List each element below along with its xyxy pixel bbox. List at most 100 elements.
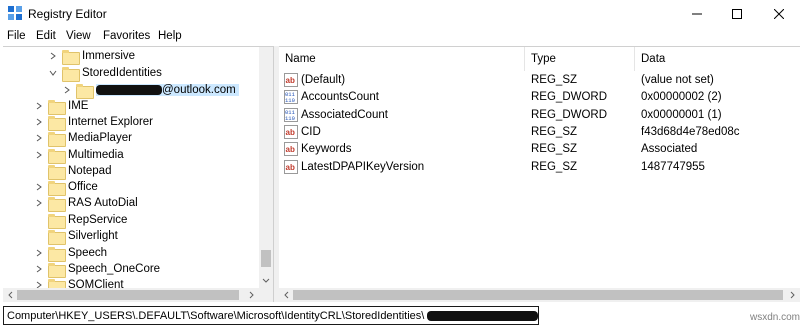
value-data: (value not set) — [641, 74, 714, 86]
folder-icon — [62, 66, 80, 82]
tree-item-label: IME — [68, 100, 89, 112]
scroll-left-arrow-icon[interactable] — [3, 288, 17, 302]
value-row[interactable]: 011 110 AccountsCount REG_DWORD 0x00000002 (… — [279, 89, 800, 106]
tree-item-office[interactable]: Office — [33, 179, 98, 196]
chevron-right-icon[interactable] — [33, 195, 45, 211]
svg-text:110: 110 — [285, 97, 295, 104]
tree-item-speech[interactable]: Speech — [33, 245, 107, 262]
chevron-right-icon[interactable] — [47, 48, 59, 64]
menu-favorites[interactable]: Favorites — [103, 30, 150, 42]
chevron-right-icon[interactable] — [33, 245, 45, 261]
value-row[interactable]: ab CID REG_SZ f43d68d4e78ed08c — [279, 124, 800, 141]
string-value-icon: ab — [284, 124, 298, 139]
scroll-right-arrow-icon[interactable] — [245, 288, 259, 302]
chevron-right-icon[interactable] — [33, 147, 45, 163]
column-header-type[interactable]: Type — [525, 47, 556, 71]
chevron-down-icon[interactable] — [47, 65, 59, 81]
chevron-right-icon[interactable] — [33, 130, 45, 146]
registry-editor-icon — [8, 6, 22, 20]
value-row[interactable]: ab LatestDPAPIKeyVersion REG_SZ 1487747955 — [279, 159, 800, 176]
value-name: LatestDPAPIKeyVersion — [301, 160, 425, 173]
redacted-text — [427, 310, 538, 321]
value-name: (Default) — [301, 74, 346, 86]
menu-bar: File Edit View Favorites Help — [0, 28, 800, 46]
close-icon — [774, 9, 784, 19]
svg-text:ab: ab — [286, 128, 295, 137]
tree-item-notepad[interactable]: Notepad — [33, 163, 111, 180]
selected-key-label: @outlook.com — [96, 84, 239, 96]
value-type: REG_SZ — [531, 143, 578, 156]
tree-item-multimedia[interactable]: Multimedia — [33, 147, 124, 164]
folder-icon — [48, 180, 66, 196]
tree-vertical-scrollbar[interactable] — [259, 47, 273, 288]
address-path-box[interactable]: Computer\HKEY_USERS\.DEFAULT\Software\Mi… — [3, 306, 539, 325]
chevron-right-icon[interactable] — [33, 98, 45, 114]
tree-item-storedidentities[interactable]: StoredIdentities — [47, 65, 162, 82]
tree-item-label: Immersive — [82, 50, 136, 62]
value-type: REG_SZ — [531, 74, 578, 86]
value-row[interactable]: ab Keywords REG_SZ Associated — [279, 141, 800, 158]
close-button[interactable] — [762, 0, 796, 28]
tree-item-immersive[interactable]: Immersive — [47, 48, 136, 65]
scroll-right-arrow-icon[interactable] — [786, 288, 800, 302]
value-data: 0x00000002 (2) — [641, 91, 722, 104]
folder-icon — [48, 213, 66, 229]
tree-item-label: StoredIdentities — [82, 67, 162, 79]
tree-item-ime[interactable]: IME — [33, 98, 89, 115]
value-row[interactable]: 011 110 AssociatedCount REG_DWORD 0x00000001… — [279, 107, 800, 124]
value-data: 0x00000001 (1) — [641, 108, 722, 121]
column-header-data[interactable]: Data — [635, 47, 665, 71]
maximize-button[interactable] — [720, 0, 754, 28]
key-tree-pane[interactable]: Immersive StoredIdentities @outlook.com … — [3, 46, 274, 302]
value-name: CID — [301, 125, 321, 138]
chevron-right-icon[interactable] — [33, 179, 45, 195]
svg-text:ab: ab — [286, 145, 295, 154]
value-name: AssociatedCount — [301, 108, 388, 121]
maximize-icon — [732, 9, 742, 19]
menu-help[interactable]: Help — [158, 30, 182, 42]
values-horizontal-scrollbar[interactable] — [279, 288, 800, 302]
chevron-right-icon[interactable] — [33, 261, 45, 277]
tree-item-label: Multimedia — [68, 149, 124, 161]
value-data: Associated — [641, 143, 698, 156]
tree-item-repservice[interactable]: RepService — [33, 212, 128, 229]
column-header-name[interactable]: Name — [279, 47, 316, 71]
tree-item-label: RepService — [68, 214, 128, 226]
redacted-text — [96, 84, 162, 95]
tree-item-silverlight[interactable]: Silverlight — [33, 228, 118, 245]
tree-item-label: Office — [68, 181, 98, 193]
folder-icon — [48, 246, 66, 262]
string-value-icon: ab — [284, 73, 298, 87]
minimize-button[interactable] — [680, 0, 714, 28]
values-list-pane[interactable]: Name Type Data ab (Default) REG_SZ (value n… — [279, 46, 800, 302]
scrollbar-thumb[interactable] — [293, 290, 783, 300]
scroll-left-arrow-icon[interactable] — [279, 288, 293, 302]
tree-item-mediaplayer[interactable]: MediaPlayer — [33, 130, 132, 147]
string-value-icon: ab — [284, 142, 298, 157]
dword-value-icon: 011 110 — [284, 107, 298, 122]
window-title: Registry Editor — [28, 7, 107, 21]
menu-edit[interactable]: Edit — [36, 30, 56, 42]
title-bar: Registry Editor — [0, 0, 800, 28]
scrollbar-thumb[interactable] — [17, 290, 239, 300]
tree-item-outlook-account[interactable]: @outlook.com — [61, 82, 239, 99]
scrollbar-thumb[interactable] — [261, 250, 271, 267]
folder-icon — [48, 196, 66, 212]
value-type: REG_DWORD — [531, 108, 608, 121]
chevron-right-icon[interactable] — [61, 82, 73, 98]
tree-horizontal-scrollbar[interactable] — [3, 288, 259, 302]
menu-file[interactable]: File — [7, 30, 26, 42]
string-value-icon: ab — [284, 159, 298, 174]
menu-view[interactable]: View — [66, 30, 91, 42]
tree-item-internet-explorer[interactable]: Internet Explorer — [33, 114, 154, 131]
tree-item-speech-onecore[interactable]: Speech_OneCore — [33, 261, 160, 278]
tree-item-label: Internet Explorer — [68, 116, 154, 128]
value-type: REG_SZ — [531, 125, 578, 138]
tree-item-label: RAS AutoDial — [68, 197, 138, 209]
folder-icon — [48, 148, 66, 164]
scroll-down-arrow-icon[interactable] — [259, 274, 273, 288]
value-row[interactable]: ab (Default) REG_SZ (value not set) — [279, 72, 800, 89]
tree-item-ras-autodial[interactable]: RAS AutoDial — [33, 195, 138, 212]
tree-item-label: MediaPlayer — [68, 132, 132, 144]
chevron-right-icon[interactable] — [33, 114, 45, 130]
